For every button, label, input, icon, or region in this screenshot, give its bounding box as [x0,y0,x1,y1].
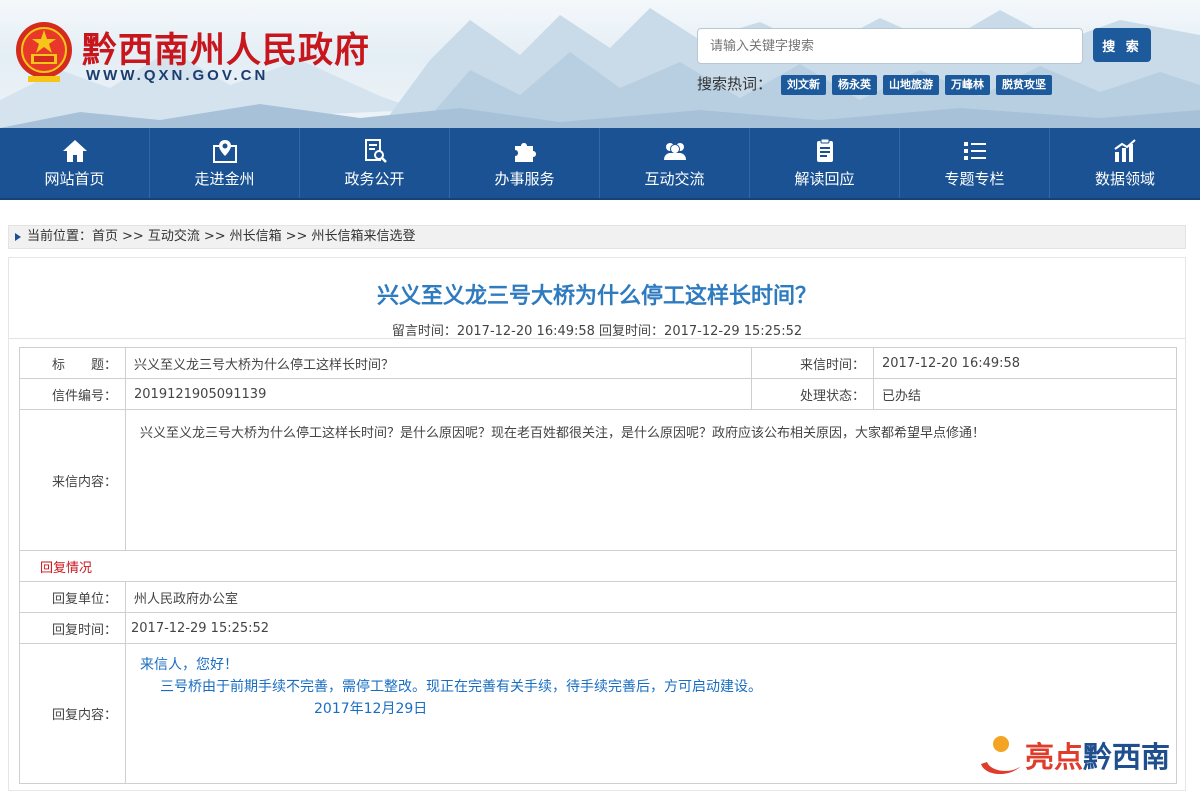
watermark-text-b: 黔西南 [1083,740,1171,774]
table-row: 回复情况 [19,550,1177,582]
main-nav: 网站首页 走进金州 政务公开 办事服务 互动交流 解读回应 专题专栏 数据领域 [0,128,1200,200]
breadcrumb-link[interactable]: 互动交流 [148,226,200,248]
breadcrumb-prefix: 当前位置： [27,229,93,244]
hot-keywords-label: 搜索热词： [697,75,773,93]
table-row: 标 题： 兴义至义龙三号大桥为什么停工这样长时间？ 来信时间： 2017-12-… [19,347,1177,379]
reply-date: 2017年12月29日 [314,701,428,717]
list-icon [963,141,986,160]
nav-item-label: 网站首页 [44,169,105,188]
title-value: 兴义至义龙三号大桥为什么停工这样长时间？ [125,347,752,379]
watermark-text: 亮点黔西南 [1025,734,1170,776]
article-meta: 留言时间：2017-12-20 16:49:58 回复时间：2017-12-29… [391,324,803,339]
chart-icon [1114,138,1136,162]
map-pin-icon [212,139,237,163]
breadcrumb-separator: >> [122,229,144,244]
letter-panel: 兴义至义龙三号大桥为什么停工这样长时间？ 留言时间：2017-12-20 16:… [8,257,1186,791]
reply-content-label: 回复内容： [19,643,126,784]
reply-greeting: 来信人，您好！ [140,657,238,673]
nav-item-data[interactable]: 数据领域 [1050,128,1200,198]
hot-tag[interactable]: 刘文新 [781,75,826,95]
hot-tag[interactable]: 山地旅游 [883,75,939,95]
breadcrumb-arrow-icon [15,233,21,241]
breadcrumb-link[interactable]: 州长信箱 [230,226,282,248]
sent-time-value: 2017-12-20 16:49:58 [873,347,1177,379]
nav-item-label: 走进金州 [194,169,255,188]
title-label: 标 题： [19,347,126,379]
content-label: 来信内容： [19,409,126,551]
nav-item-label: 互动交流 [644,169,705,188]
table-row: 回复时间： 2017-12-29 15:25:52 [19,612,1177,644]
breadcrumb-separator: >> [285,229,308,244]
national-emblem-icon [16,22,72,82]
letter-number-label: 信件编号： [19,378,126,410]
nav-item-label: 数据领域 [1094,169,1155,188]
clipboard-icon [816,138,833,162]
people-icon [663,142,686,160]
document-search-icon [364,138,387,163]
nav-item-gov-affairs[interactable]: 政务公开 [300,128,450,198]
reply-unit-label: 回复单位： [19,581,126,613]
hot-tag[interactable]: 万峰林 [945,75,990,95]
reply-body-text: 三号桥由于前期手续不完善，需停工整改。现正在完善有关手续，待手续完善后，方可启动… [160,679,762,695]
nav-item-label: 办事服务 [494,169,555,188]
nav-item-label: 解读回应 [794,169,855,188]
reply-time-label: 回复时间： [19,612,126,644]
hot-keywords-list: 刘文新 杨永英 山地旅游 万峰林 脱贫攻坚 [781,75,1052,95]
letter-number-value: 2019121905091139 [125,378,752,410]
breadcrumb: 当前位置： 首页 >> 互动交流 >> 州长信箱 >> 州长信箱来信选登 [8,225,1186,249]
page-title: 兴义至义龙三号大桥为什么停工这样长时间？ [376,284,817,309]
search-input[interactable] [697,28,1083,64]
nav-item-interaction[interactable]: 互动交流 [600,128,750,198]
table-row: 来信内容： 兴义至义龙三号大桥为什么停工这样长时间？是什么原因呢？现在老百姓都很… [19,409,1177,551]
nav-item-about[interactable]: 走进金州 [150,128,300,198]
puzzle-icon [514,142,536,162]
site-header: 黔西南州人民政府 WWW.QXN.GOV.CN 搜 索 搜索热词： 刘文新 杨永… [0,0,1200,128]
reply-time-value: 2017-12-29 15:25:52 [125,612,1177,644]
nav-item-interpretation[interactable]: 解读回应 [750,128,900,198]
letter-content: 兴义至义龙三号大桥为什么停工这样长时间？是什么原因呢？现在老百姓都很关注，是什么… [125,409,1177,551]
divider [9,338,1185,339]
breadcrumb-link[interactable]: 首页 [92,226,118,248]
reply-section-heading: 回复情况 [19,550,1177,582]
sent-time-label: 来信时间： [751,347,874,379]
letter-table: 标 题： 兴义至义龙三号大桥为什么停工这样长时间？ 来信时间： 2017-12-… [19,347,1177,784]
hot-tag[interactable]: 脱贫攻坚 [996,75,1052,95]
reply-unit-value: 州人民政府办公室 [125,581,1177,613]
search-button[interactable]: 搜 索 [1093,28,1151,62]
nav-item-home[interactable]: 网站首页 [0,128,150,198]
status-label: 处理状态： [751,378,874,410]
site-url: WWW.QXN.GOV.CN [86,67,269,84]
watermark-text-a: 亮点 [1025,740,1084,774]
status-value: 已办结 [873,378,1177,410]
nav-item-services[interactable]: 办事服务 [450,128,600,198]
table-row: 回复单位： 州人民政府办公室 [19,581,1177,613]
hot-tag[interactable]: 杨永英 [832,75,877,95]
home-icon [62,139,87,162]
breadcrumb-link[interactable]: 州长信箱来信选登 [311,226,415,248]
table-row: 信件编号： 2019121905091139 处理状态： 已办结 [19,378,1177,410]
nav-item-label: 专题专栏 [944,169,1005,188]
nav-item-special-topics[interactable]: 专题专栏 [900,128,1050,198]
nav-item-label: 政务公开 [344,169,405,188]
site-title[interactable]: 黔西南州人民政府 [82,22,370,73]
breadcrumb-separator: >> [203,229,226,244]
